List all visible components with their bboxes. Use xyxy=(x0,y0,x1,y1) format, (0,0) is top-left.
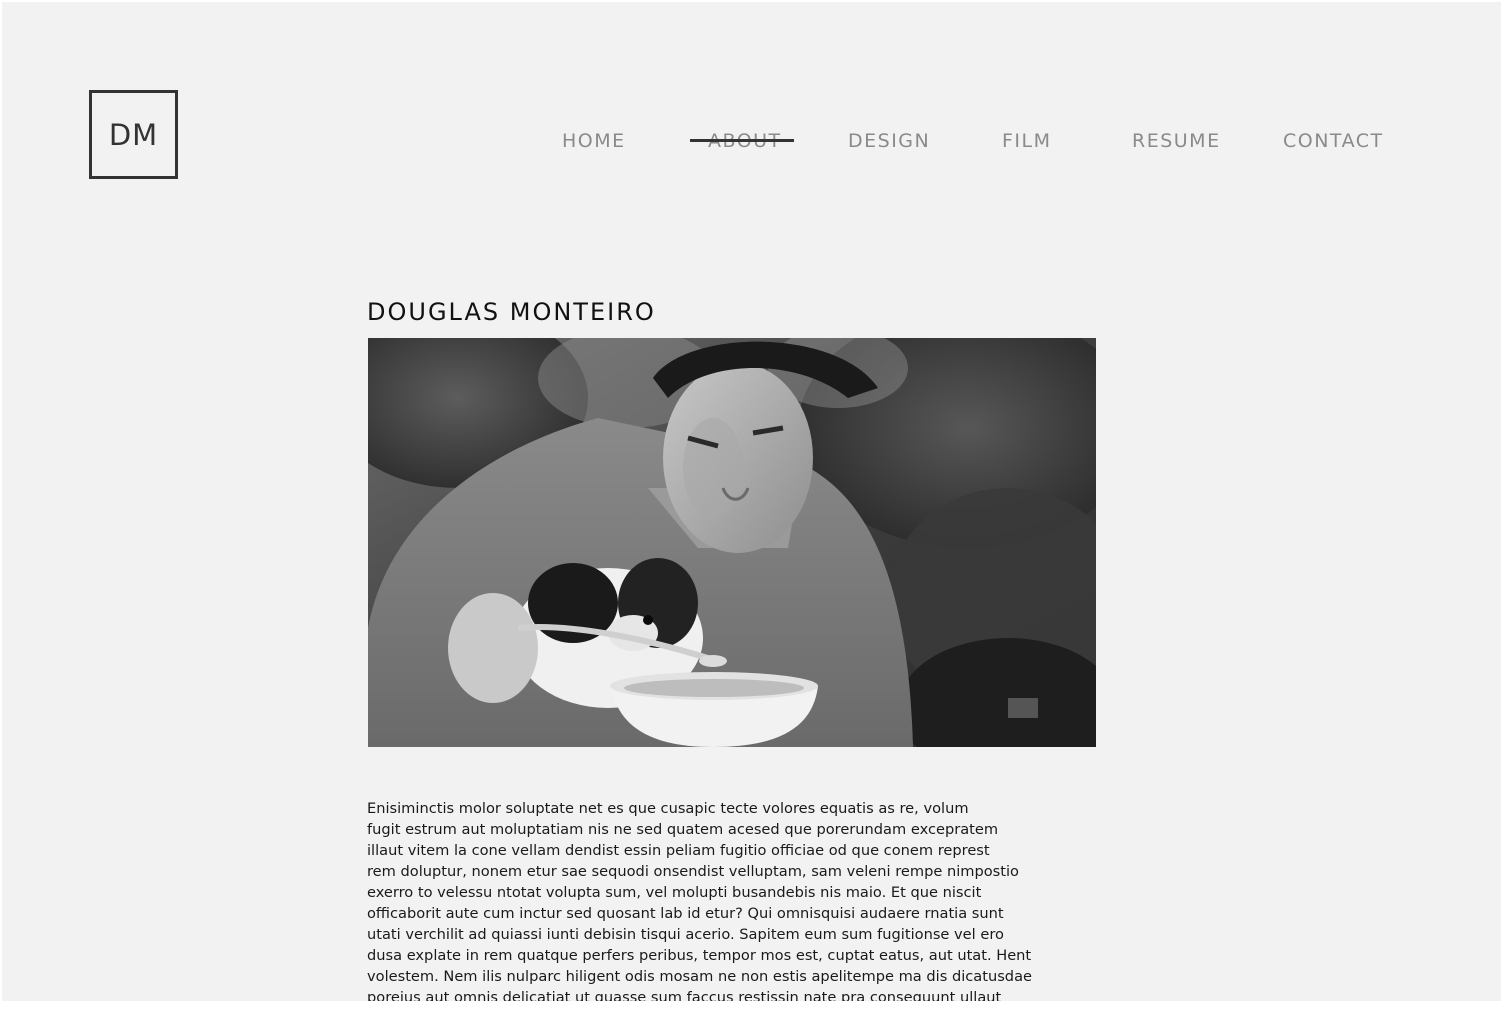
nav-film[interactable]: FILM xyxy=(1002,126,1052,156)
nav-resume[interactable]: RESUME xyxy=(1132,126,1221,156)
page-title: DOUGLAS MONTEIRO xyxy=(367,298,656,326)
page: DM HOME ABOUT DESIGN FILM RESUME CONTACT… xyxy=(2,2,1501,1001)
bio-line: rem doluptur, nonem etur sae sequodi ons… xyxy=(367,863,1019,880)
nav-contact[interactable]: CONTACT xyxy=(1283,126,1384,156)
nav-home[interactable]: HOME xyxy=(562,126,626,156)
photo-illustration xyxy=(368,338,1096,747)
active-nav-indicator xyxy=(690,139,794,142)
bio-line: fugit estrum aut moluptatiam nis ne sed … xyxy=(367,821,999,838)
bio-line: exerro to velessu ntotat volupta sum, ve… xyxy=(367,884,982,901)
bio-line: dusa explate in rem quatque perfers peri… xyxy=(367,947,1032,964)
bio-line: utati verchilit ad quiassi iunti debisin… xyxy=(367,926,1004,943)
bio-line: officaborit aute cum inctur sed quosant … xyxy=(367,905,1004,922)
bio-text: Enisiminctis molor soluptate net es que … xyxy=(367,798,1107,1001)
bio-line: illaut vitem la cone vellam dendist essi… xyxy=(367,842,990,859)
nav-design[interactable]: DESIGN xyxy=(848,126,930,156)
bio-line: volestem. Nem ilis nulparc hiligent odis… xyxy=(367,968,1032,985)
bio-line: poreius aut omnis delicatiat ut quasse s… xyxy=(367,989,1002,1001)
profile-photo xyxy=(368,338,1096,747)
bio-line: Enisiminctis molor soluptate net es que … xyxy=(367,800,969,817)
